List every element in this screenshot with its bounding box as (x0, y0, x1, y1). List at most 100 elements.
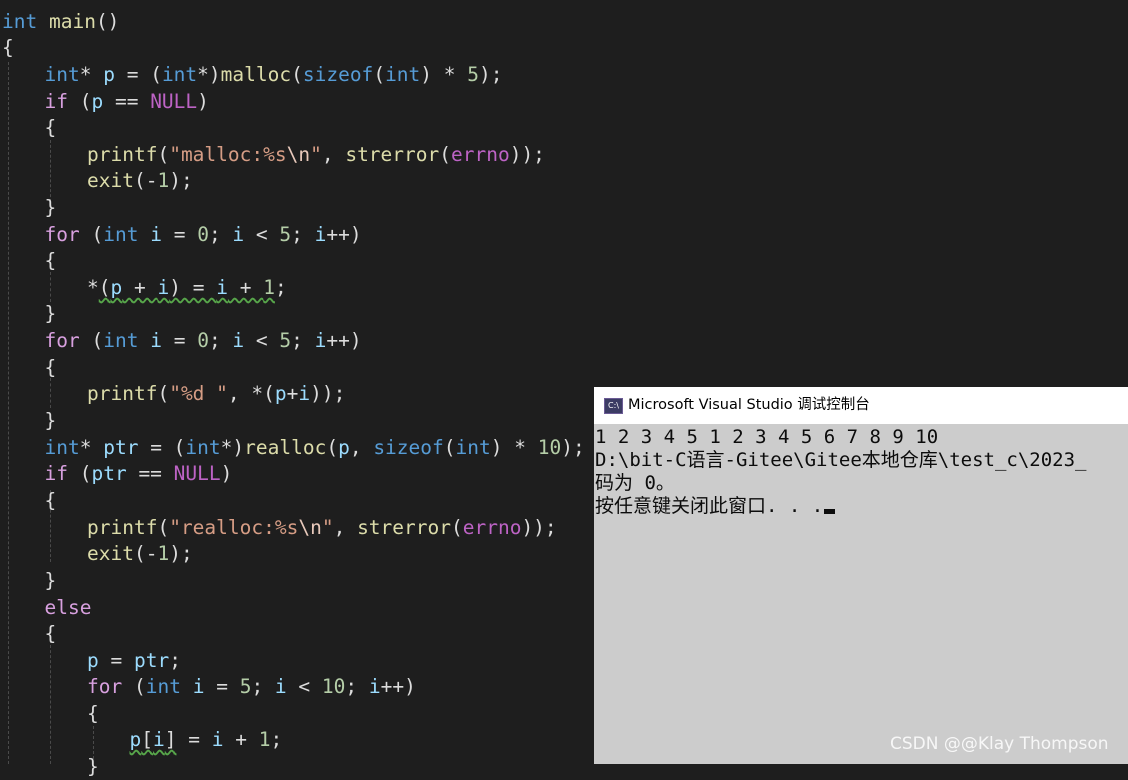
code-token: i (192, 675, 205, 698)
code-token: malloc (220, 63, 292, 86)
code-line: exit(-1); (87, 168, 193, 194)
code-line: } (45, 195, 57, 221)
code-line: } (45, 301, 57, 327)
code-token: int (145, 675, 181, 698)
code-line: if (p == NULL) (45, 89, 209, 115)
code-token: p (274, 382, 287, 405)
code-token: = ( (138, 436, 186, 459)
code-token: ); (169, 542, 193, 565)
code-token: i (368, 675, 381, 698)
code-token: ; (270, 728, 283, 751)
code-token: (- (133, 542, 158, 565)
code-token: { (87, 702, 99, 725)
code-token: strerror (345, 143, 440, 166)
code-token: ( (157, 382, 170, 405)
console-output-line: 1 2 3 4 5 1 2 3 4 5 6 7 8 9 10 (595, 426, 939, 448)
code-token: ++) (326, 329, 362, 352)
code-token: exit (87, 542, 134, 565)
code-token: { (44, 489, 57, 512)
indent-guide (50, 272, 51, 302)
code-token: } (44, 196, 57, 219)
code-token: main (37, 10, 96, 33)
code-token: i (232, 329, 245, 352)
code-line: p[i] = i + 1; (130, 727, 283, 753)
code-line: printf("malloc:%s\n", strerror(errno)); (87, 142, 545, 168)
code-token: sizeof (373, 436, 444, 459)
code-token: ( (67, 90, 92, 113)
code-token: int (103, 223, 139, 246)
code-token: { (44, 622, 57, 645)
code-token: int (185, 436, 221, 459)
code-line: { (45, 488, 57, 514)
code-line: *(p + i) = i + 1; (87, 275, 287, 301)
code-token: NULL (150, 90, 198, 113)
console-cursor (824, 509, 836, 514)
code-token: strerror (357, 516, 451, 539)
code-token: { (44, 356, 57, 379)
code-token: \n (298, 516, 322, 539)
code-token: [ (141, 728, 153, 751)
code-token: ++) (380, 675, 416, 698)
code-token: p (103, 63, 115, 86)
code-token: ( (157, 143, 170, 166)
code-token: "malloc:%s (169, 143, 287, 166)
code-token: i (216, 276, 228, 299)
code-token: ] (164, 728, 177, 751)
console-prompt-text: 按任意键关闭此窗口. . . (595, 495, 824, 517)
console-title: Microsoft Visual Studio 调试控制台 (628, 397, 870, 413)
code-token: (- (133, 169, 158, 192)
code-line: exit(-1); (87, 541, 193, 567)
code-token: "realloc:%s (169, 516, 299, 539)
code-token: ( (450, 516, 463, 539)
code-token: ( (326, 436, 339, 459)
code-line: printf("realloc:%s\n", strerror(errno)); (87, 515, 557, 541)
code-token: 5 (239, 675, 252, 698)
code-token: { (2, 36, 14, 59)
code-token: 5 (467, 63, 480, 86)
code-token: 10 (537, 436, 562, 459)
code-line: int* p = (int*)malloc(sizeof(int) * 5); (45, 62, 503, 88)
code-token: )); (310, 382, 346, 405)
code-token: < (244, 223, 280, 246)
code-token: for (87, 675, 123, 698)
code-token: { (44, 249, 57, 272)
debug-console-window[interactable]: C:\ Microsoft Visual Studio 调试控制台 1 2 3 … (594, 387, 1128, 764)
code-token: printf (87, 143, 158, 166)
code-token: , *( (227, 382, 275, 405)
code-token: , (349, 436, 374, 459)
code-token: ; (251, 675, 275, 698)
code-token: *) (197, 63, 221, 86)
code-token: i (232, 223, 245, 246)
code-token: ( (79, 329, 104, 352)
code-token: 5 (279, 329, 292, 352)
code-token: ( (67, 462, 92, 485)
code-line: { (45, 248, 57, 274)
code-line: } (45, 568, 57, 594)
code-token: exit (87, 169, 134, 192)
indent-guide (50, 140, 51, 202)
code-token: * (79, 63, 104, 86)
code-line: } (87, 754, 99, 780)
code-token: ); (561, 436, 585, 459)
code-token: + (122, 276, 158, 299)
code-token: p (87, 649, 99, 672)
code-token: "%d " (169, 382, 228, 405)
code-line: { (45, 621, 57, 647)
indent-guide (50, 378, 51, 408)
code-token: int (44, 63, 80, 86)
code-token: i (211, 728, 224, 751)
code-token: int (2, 10, 38, 33)
code-token: p (91, 90, 104, 113)
code-token: int (161, 63, 198, 86)
console-title-bar[interactable]: C:\ Microsoft Visual Studio 调试控制台 (594, 387, 1128, 424)
code-token: == (103, 90, 151, 113)
code-token: } (44, 409, 57, 432)
code-token: errno (462, 516, 522, 539)
code-token: ; (169, 649, 181, 672)
code-token: ) (220, 462, 233, 485)
code-token: = (98, 649, 134, 672)
code-token: = (161, 329, 198, 352)
code-line: for (int i = 0; i < 5; i++) (45, 328, 362, 354)
code-token: i (153, 728, 165, 751)
